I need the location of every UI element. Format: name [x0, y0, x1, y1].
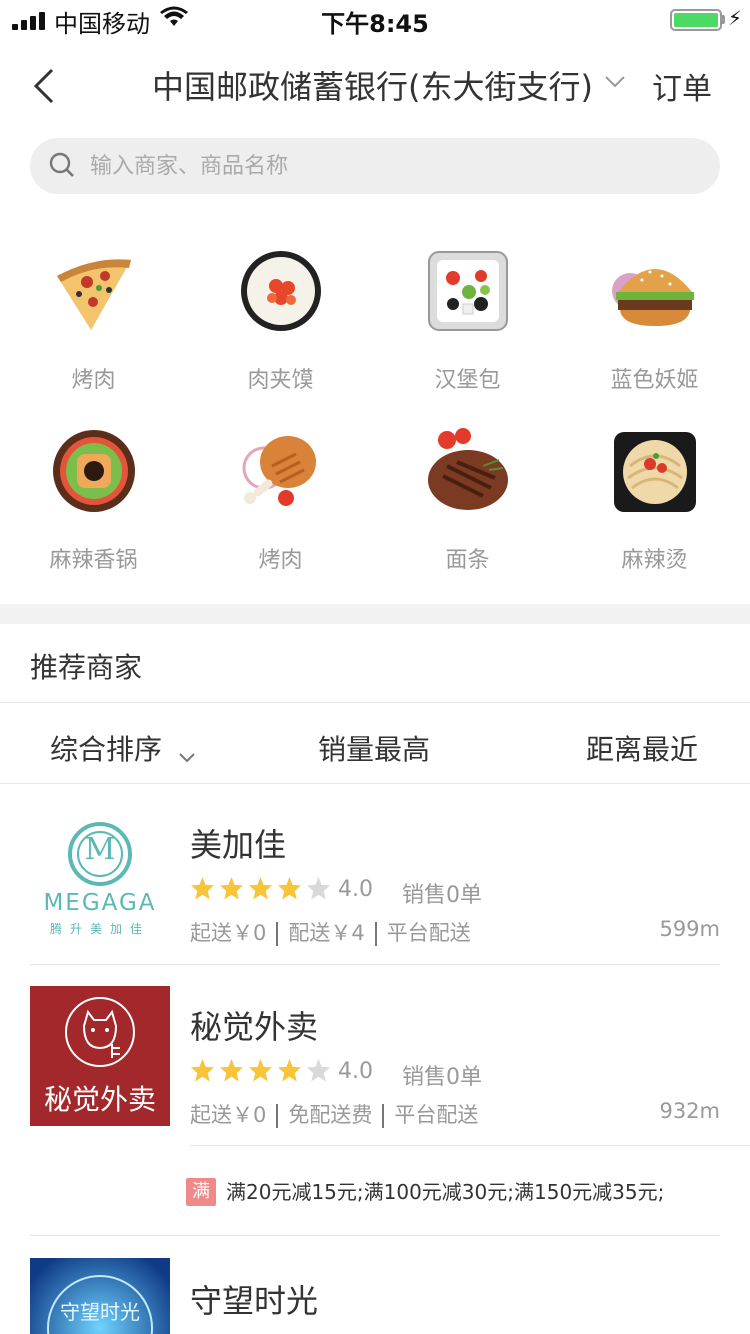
sales-count: 销售0单: [402, 883, 482, 908]
star-rating: [190, 876, 331, 901]
star-icon: [220, 1059, 243, 1082]
status-bar: 中国移动 下午8:45 ⚡: [0, 0, 750, 40]
clock: 下午8:45: [321, 10, 429, 38]
category-label: 麻辣香锅: [49, 548, 138, 573]
shop-meta: 起送￥0 配送￥4 平台配送: [190, 917, 471, 947]
delivery-fee: 免配送费: [288, 1103, 373, 1127]
section-divider: [0, 604, 750, 624]
nav-bar: 中国邮政储蓄银行(东大街支行) 订单: [0, 40, 750, 130]
chevron-down-icon[interactable]: [604, 74, 626, 93]
charging-icon: ⚡: [728, 6, 743, 30]
shop-name: 守望时光: [190, 1282, 319, 1320]
delivery-fee: 配送￥4: [288, 921, 365, 945]
divider: [30, 964, 720, 965]
divider: [0, 702, 750, 703]
sort-tabs: 综合排序 销量最高 距离最近: [0, 706, 750, 784]
order-link[interactable]: 订单: [652, 64, 712, 108]
battery-icon: [670, 9, 722, 31]
delivery-type: 平台配送: [394, 1103, 479, 1127]
star-icon: [249, 1059, 272, 1082]
search-bar[interactable]: [30, 138, 720, 194]
min-order: 起送￥0: [190, 1103, 267, 1127]
salad-icon: [423, 246, 513, 336]
search-input[interactable]: [90, 138, 690, 194]
search-icon: [48, 151, 76, 183]
divider: [0, 783, 750, 784]
sort-comprehensive-tab[interactable]: 综合排序: [50, 728, 162, 768]
divider: [190, 1145, 750, 1146]
shop-distance: 599m: [659, 917, 720, 941]
back-icon[interactable]: [30, 66, 60, 106]
shop-meta: 起送￥0 免配送费 平台配送: [190, 1099, 478, 1129]
sort-sales-tab[interactable]: 销量最高: [318, 728, 430, 768]
sushi-roll-icon: [236, 246, 326, 336]
category-item[interactable]: 肉夹馍: [187, 236, 374, 406]
pizza-icon: [49, 246, 139, 336]
promo-text: 满20元减15元;满100元减30元;满150元减35元;: [226, 1180, 665, 1204]
bowl-icon: [49, 426, 139, 516]
steak-icon: [423, 426, 513, 516]
category-item[interactable]: 烤肉: [187, 416, 374, 586]
category-label: 烤肉: [71, 368, 116, 393]
chevron-down-icon[interactable]: [178, 738, 196, 771]
rating-value: 4.0: [338, 1059, 373, 1084]
category-item[interactable]: 蓝色妖姬: [561, 236, 748, 406]
min-order: 起送￥0: [190, 921, 267, 945]
recommended-title: 推荐商家: [30, 651, 143, 684]
category-item[interactable]: 麻辣烫: [561, 416, 748, 586]
sort-distance-tab[interactable]: 距离最近: [586, 728, 698, 768]
star-empty-icon: [307, 877, 330, 900]
category-item[interactable]: 汉堡包: [374, 236, 561, 406]
logo-text: 秘觉外卖: [43, 1083, 156, 1116]
star-icon: [220, 877, 243, 900]
rating-value: 4.0: [338, 877, 373, 902]
category-label: 蓝色妖姬: [610, 368, 699, 393]
logo-brand: MEGAGA: [43, 890, 157, 916]
logo-tagline: 腾升美加佳: [49, 922, 150, 936]
drumstick-icon: [236, 426, 326, 516]
shop-name: 秘觉外卖: [190, 1008, 319, 1046]
star-icon: [278, 877, 301, 900]
shop-logo: 秘觉外卖: [30, 986, 170, 1126]
shop-item[interactable]: 守望时光 守望时光: [0, 1244, 750, 1334]
category-label: 汉堡包: [434, 368, 501, 393]
category-item[interactable]: 面条: [374, 416, 561, 586]
category-label: 麻辣烫: [621, 548, 688, 573]
shop-logo: M MEGAGA 腾升美加佳: [30, 814, 170, 954]
burger-icon: [610, 246, 700, 336]
star-icon: [249, 877, 272, 900]
battery-cap: [722, 15, 725, 24]
sales-count: 销售0单: [402, 1065, 482, 1090]
shop-distance: 932m: [659, 1099, 720, 1123]
star-icon: [191, 1059, 214, 1082]
category-label: 面条: [445, 548, 490, 573]
category-item[interactable]: 烤肉: [0, 236, 187, 406]
star-icon: [191, 877, 214, 900]
shop-name: 美加佳: [190, 826, 287, 864]
logo-letter: M: [84, 832, 116, 867]
category-label: 烤肉: [258, 548, 303, 573]
logo-text: 守望时光: [60, 1300, 140, 1324]
delivery-type: 平台配送: [386, 921, 471, 945]
promo-badge: 满: [186, 1178, 216, 1206]
location-title[interactable]: 中国邮政储蓄银行(东大街支行): [152, 62, 593, 108]
shop-logo: 守望时光: [30, 1258, 170, 1334]
category-label: 肉夹馍: [247, 368, 314, 393]
star-empty-icon: [307, 1059, 330, 1082]
star-rating: [190, 1058, 331, 1083]
star-icon: [278, 1059, 301, 1082]
divider: [30, 1235, 720, 1236]
category-item[interactable]: 麻辣香锅: [0, 416, 187, 586]
noodles-icon: [610, 426, 700, 516]
